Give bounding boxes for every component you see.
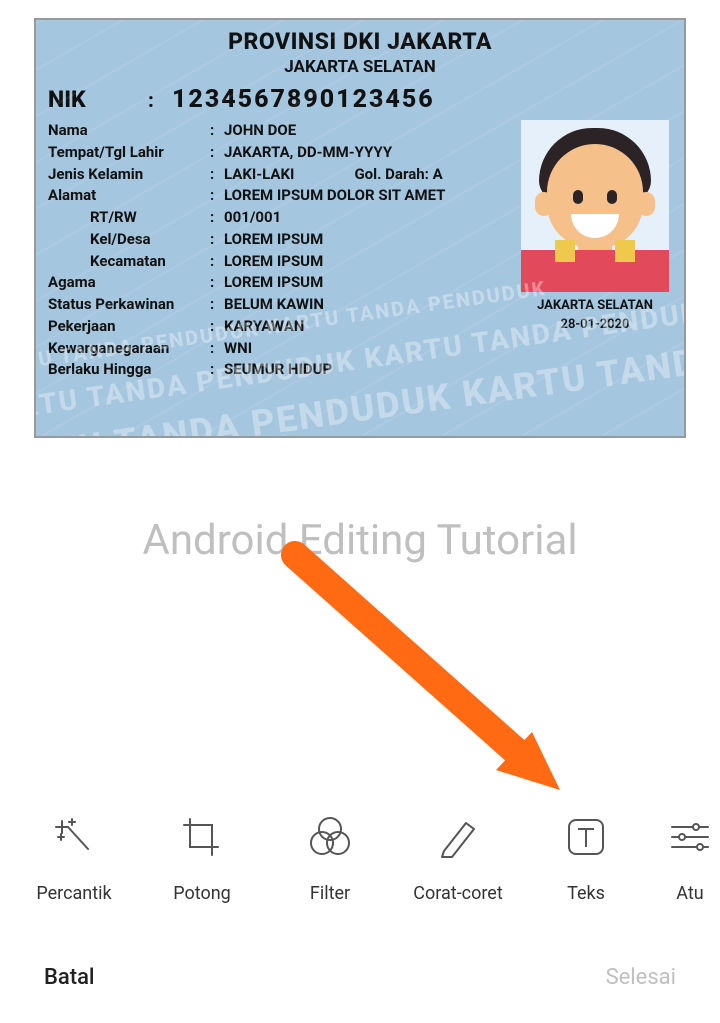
field-value-ttl: JAKARTA, DD-MM-YYYY	[224, 142, 518, 164]
photo-caption-date: 28-01-2020	[561, 317, 630, 332]
pencil-icon	[434, 813, 482, 861]
field-label-alamat: Alamat	[48, 185, 210, 207]
field-value-nama: JOHN DOE	[224, 120, 518, 142]
nik-row: NIK : 1234567890123456	[48, 85, 684, 114]
field-label-berlaku: Berlaku Hingga	[48, 359, 210, 381]
done-button[interactable]: Selesai	[606, 965, 676, 990]
tool-potong[interactable]: Potong	[138, 813, 266, 904]
tool-label: Filter	[310, 883, 350, 904]
tool-label: Percantik	[36, 883, 111, 904]
field-label-jk: Jenis Kelamin	[48, 164, 210, 186]
field-label-keldesa: Kel/Desa	[48, 229, 210, 251]
card-header: PROVINSI DKI JAKARTA JAKARTA SELATAN	[36, 20, 684, 77]
filter-venn-icon	[306, 813, 354, 861]
field-value-keldesa: LOREM IPSUM	[224, 229, 518, 251]
field-value-rtrw: 001/001	[224, 207, 518, 229]
sparkle-wand-icon	[50, 813, 98, 861]
field-label-rtrw: RT/RW	[48, 207, 210, 229]
field-value-berlaku: SEUMUR HIDUP	[224, 359, 518, 381]
field-value-status: BELUM KAWIN	[224, 294, 518, 316]
field-value-alamat: LOREM IPSUM DOLOR SIT AMET	[224, 185, 518, 207]
card-province: PROVINSI DKI JAKARTA	[36, 28, 684, 55]
cancel-button[interactable]: Batal	[44, 965, 95, 990]
card-city: JAKARTA SELATAN	[36, 57, 684, 77]
tool-teks[interactable]: Teks	[522, 813, 650, 904]
field-label-nama: Nama	[48, 120, 210, 142]
field-label-kecamatan: Kecamatan	[48, 251, 210, 273]
bottom-bar: Batal Selesai	[0, 931, 720, 1023]
photo-avatar	[521, 120, 669, 292]
field-value-kecamatan: LOREM IPSUM	[224, 251, 518, 273]
id-card-preview[interactable]: PROVINSI DKI JAKARTA JAKARTA SELATAN NIK…	[34, 18, 686, 438]
tool-filter[interactable]: Filter	[266, 813, 394, 904]
text-box-icon	[562, 813, 610, 861]
tool-label: Teks	[567, 883, 605, 904]
tutorial-watermark: Android Editing Tutorial	[0, 516, 720, 565]
tool-label: Corat-coret	[413, 883, 502, 904]
field-value-pekerjaan: KARYAWAN	[224, 316, 518, 338]
nik-label: NIK	[48, 86, 148, 113]
field-label-kwn: Kewarganegaraan	[48, 338, 210, 360]
tool-percantik[interactable]: Percantik	[10, 813, 138, 904]
photo-caption-place: JAKARTA SELATAN	[537, 298, 653, 313]
sliders-icon	[666, 813, 714, 861]
crop-icon	[178, 813, 226, 861]
nik-value: 1234567890123456	[172, 85, 435, 114]
field-label-agama: Agama	[48, 272, 210, 294]
tool-label: Atu	[676, 883, 703, 904]
field-value-jk: LAKI-LAKIGol. Darah: A	[224, 164, 518, 186]
field-value-kwn: WNI	[224, 338, 518, 360]
tool-atur[interactable]: Atu	[650, 813, 720, 904]
tool-corat-coret[interactable]: Corat-coret	[394, 813, 522, 904]
editor-toolbar[interactable]: Percantik Potong Filter Corat-coret	[0, 793, 720, 923]
field-value-agama: LOREM IPSUM	[224, 272, 518, 294]
field-label-ttl: Tempat/Tgl Lahir	[48, 142, 210, 164]
nik-colon: :	[148, 88, 172, 112]
card-fields: Nama:JOHN DOE Tempat/Tgl Lahir:JAKARTA, …	[48, 120, 518, 381]
tool-label: Potong	[173, 883, 231, 904]
field-label-status: Status Perkawinan	[48, 294, 210, 316]
field-label-pekerjaan: Pekerjaan	[48, 316, 210, 338]
